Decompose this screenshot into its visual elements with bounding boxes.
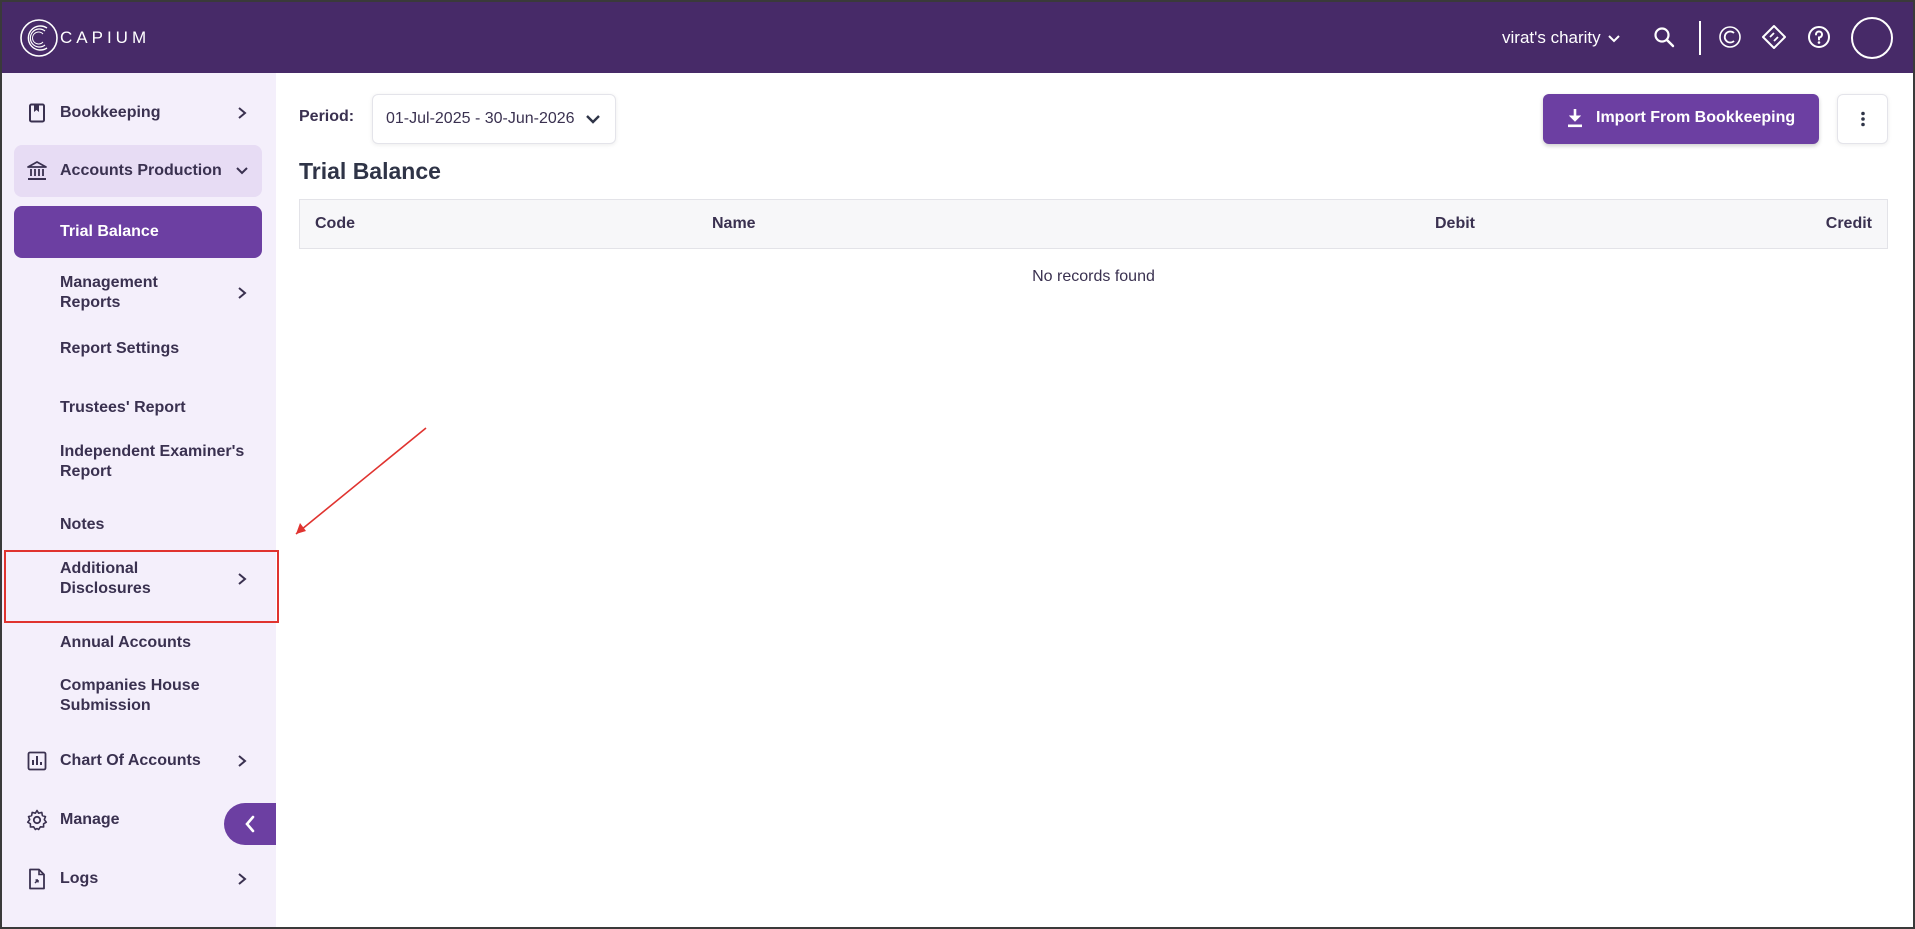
sidebar-item-annual-accounts[interactable]: Annual Accounts (14, 622, 262, 664)
ticket-icon[interactable] (1761, 24, 1787, 50)
capium-logo-icon (20, 19, 58, 57)
bank-icon (26, 160, 48, 182)
more-vertical-icon (1860, 111, 1865, 127)
sidebar-item-trial-balance[interactable]: Trial Balance (14, 206, 262, 258)
topbar-divider (1699, 21, 1701, 55)
sidebar-item-label: Trial Balance (60, 223, 159, 240)
annotation-highlight-box (4, 550, 279, 623)
sidebar-item-companies-house-submission[interactable]: Companies House Submission (14, 670, 262, 722)
file-icon (26, 868, 48, 890)
chevron-right-icon (234, 285, 250, 301)
sidebar-item-label: Companies House Submission (60, 677, 200, 714)
chevron-left-icon (245, 815, 255, 833)
user-avatar[interactable] (1851, 17, 1893, 59)
import-from-bookkeeping-button[interactable]: Import From Bookkeeping (1543, 94, 1819, 144)
app-window: CAPIUM virat's charity Bookkeeping Accou… (2, 2, 1913, 927)
sidebar-item-label: Bookkeeping (60, 104, 161, 121)
sidebar-item-chart-of-accounts[interactable]: Chart Of Accounts (14, 740, 262, 782)
import-button-label: Import From Bookkeeping (1596, 109, 1796, 126)
chevron-right-icon (234, 105, 250, 121)
sidebar-item-label: Annual Accounts (60, 634, 191, 651)
chevron-right-icon (234, 871, 250, 887)
sidebar-item-bookkeeping[interactable]: Bookkeeping (14, 92, 262, 134)
sidebar-item-independent-examiners-report[interactable]: Independent Examiner's Report (14, 436, 262, 488)
sidebar-item-trustees-report[interactable]: Trustees' Report (14, 387, 262, 429)
sidebar-item-label: Manage (60, 811, 120, 828)
organisation-switcher[interactable]: virat's charity (1502, 28, 1621, 48)
chart-icon (26, 750, 48, 772)
sidebar-item-report-settings[interactable]: Report Settings (14, 328, 262, 370)
chevron-down-icon (586, 115, 600, 124)
logo-text: CAPIUM (60, 28, 151, 47)
more-options-button[interactable] (1837, 94, 1888, 144)
sidebar-item-management-reports[interactable]: Management Reports (14, 267, 262, 319)
search-icon[interactable] (1651, 24, 1677, 50)
sidebar-item-label: Notes (60, 516, 105, 533)
organisation-name: virat's charity (1502, 28, 1601, 47)
sidebar: Bookkeeping Accounts Production Trial Ba… (2, 73, 276, 927)
sidebar-item-accounts-production[interactable]: Accounts Production (14, 145, 262, 197)
period-value: 01-Jul-2025 - 30-Jun-2026 (386, 110, 575, 127)
chevron-down-icon (234, 163, 250, 179)
collapse-sidebar-button[interactable] (224, 803, 276, 845)
gear-icon (26, 809, 48, 831)
column-header-name[interactable]: Name (712, 215, 756, 233)
sidebar-item-label: Trustees' Report (60, 399, 186, 416)
column-header-code[interactable]: Code (315, 215, 355, 233)
top-bar: CAPIUM virat's charity (2, 2, 1913, 73)
period-label: Period: (299, 108, 355, 125)
sidebar-item-label: Report Settings (60, 340, 180, 357)
trial-balance-table: Code Name Debit Credit No records found (299, 199, 1888, 285)
sidebar-item-label: Independent Examiner's Report (60, 443, 245, 480)
chevron-right-icon (234, 753, 250, 769)
annotation-arrow (295, 427, 427, 535)
download-icon (1568, 109, 1582, 128)
capium-c-icon[interactable] (1717, 24, 1743, 50)
sidebar-item-label: Accounts Production (60, 162, 222, 179)
sidebar-item-label: Logs (60, 870, 99, 887)
help-icon[interactable] (1806, 24, 1832, 50)
capium-logo[interactable]: CAPIUM (19, 18, 150, 58)
sidebar-item-notes[interactable]: Notes (14, 504, 262, 546)
column-header-credit[interactable]: Credit (1826, 215, 1872, 233)
period-select[interactable]: 01-Jul-2025 - 30-Jun-2026 (372, 94, 616, 144)
chevron-down-icon (1607, 35, 1620, 43)
empty-state-message: No records found (1032, 268, 1155, 285)
sidebar-item-logs[interactable]: Logs (14, 858, 262, 900)
table-header: Code Name Debit Credit (299, 199, 1888, 249)
book-icon (26, 102, 48, 124)
column-header-debit[interactable]: Debit (1435, 215, 1475, 233)
page-title: Trial Balance (299, 158, 441, 184)
sidebar-item-label: Management Reports (60, 274, 158, 311)
sidebar-item-label: Chart Of Accounts (60, 752, 201, 769)
